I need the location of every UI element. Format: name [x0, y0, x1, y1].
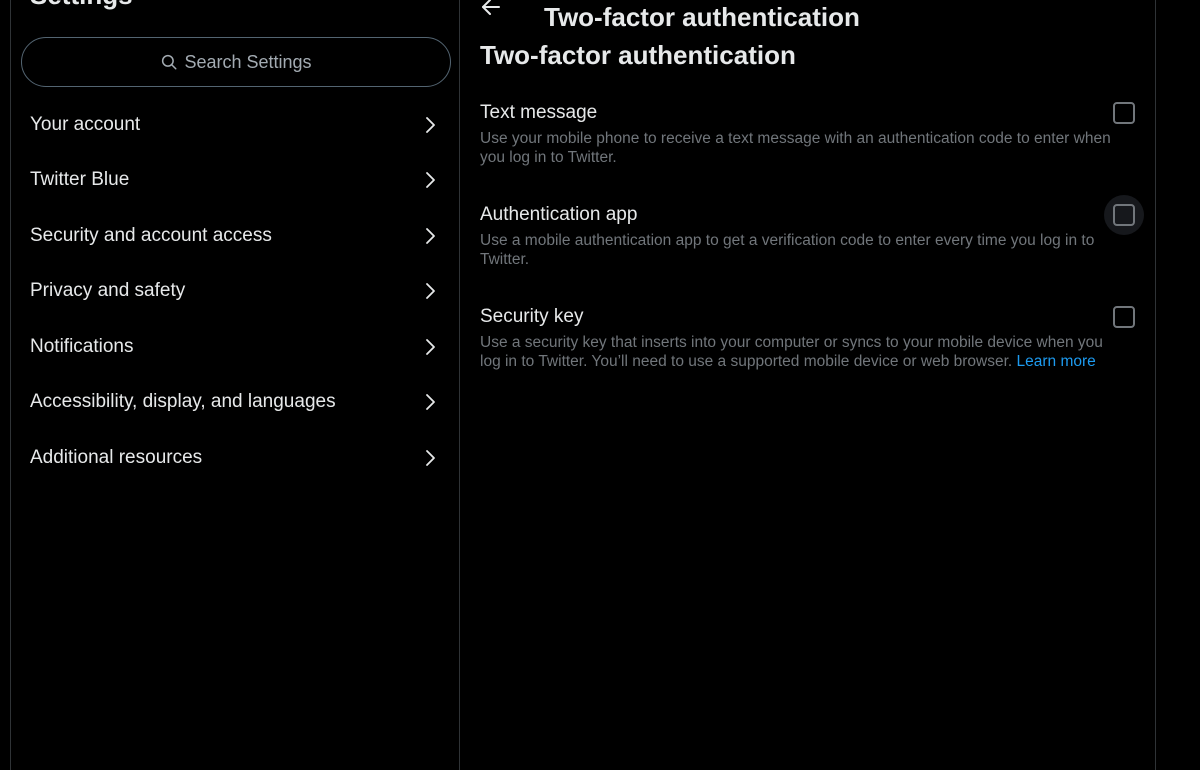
option-description: Use your mobile phone to receive a text …: [480, 130, 1111, 166]
option-description: Use a mobile authentication app to get a…: [480, 232, 1095, 268]
chevron-right-icon: [426, 172, 435, 189]
option-text-message[interactable]: Text message Use your mobile phone to re…: [480, 101, 1140, 167]
search-settings-input[interactable]: Search Settings: [21, 37, 451, 87]
nav-item-notifications[interactable]: Notifications: [11, 319, 459, 375]
settings-sidebar: Settings Search Settings Your account Tw…: [10, 0, 460, 770]
nav-item-label: Notifications: [30, 335, 134, 357]
search-placeholder: Search Settings: [184, 51, 312, 72]
chevron-right-icon: [426, 338, 435, 355]
checkbox-wrapper: [1113, 102, 1135, 124]
chevron-right-icon: [426, 227, 435, 244]
panel-header-title: Two-factor authentication: [544, 2, 860, 32]
authentication-app-checkbox[interactable]: [1113, 204, 1135, 226]
text-message-checkbox[interactable]: [1113, 102, 1135, 124]
settings-nav-list: Your account Twitter Blue Security and a…: [11, 97, 459, 486]
checkbox-wrapper: [1104, 195, 1144, 235]
nav-item-your-account[interactable]: Your account: [11, 97, 459, 153]
option-title: Security key: [480, 306, 584, 327]
nav-item-label: Additional resources: [30, 446, 203, 468]
nav-item-accessibility[interactable]: Accessibility, display, and languages: [11, 375, 459, 431]
nav-item-security[interactable]: Security and account access: [11, 208, 459, 264]
nav-item-label: Privacy and safety: [30, 280, 186, 302]
nav-item-twitter-blue[interactable]: Twitter Blue: [11, 153, 459, 209]
security-key-checkbox[interactable]: [1113, 306, 1135, 328]
option-authentication-app[interactable]: Authentication app Use a mobile authenti…: [480, 195, 1144, 269]
option-security-key[interactable]: Security key Use a security key that ins…: [480, 305, 1140, 371]
chevron-right-icon: [426, 449, 435, 466]
nav-item-label: Security and account access: [30, 224, 272, 246]
nav-item-privacy[interactable]: Privacy and safety: [11, 264, 459, 320]
option-title: Text message: [480, 102, 598, 123]
chevron-right-icon: [426, 394, 435, 411]
panel-header: Two-factor authentication: [460, 0, 1155, 32]
settings-page: Settings Search Settings Your account Tw…: [0, 0, 1200, 770]
nav-item-label: Twitter Blue: [30, 169, 130, 191]
arrow-left-icon[interactable]: [480, 0, 502, 18]
learn-more-link[interactable]: Learn more: [1017, 353, 1096, 370]
nav-item-additional-resources[interactable]: Additional resources: [11, 430, 459, 486]
option-title: Authentication app: [480, 204, 638, 225]
search-icon: [162, 54, 177, 70]
checkbox-wrapper: [1113, 306, 1135, 328]
option-description: Use a security key that inserts into you…: [480, 333, 1120, 371]
chevron-right-icon: [426, 116, 435, 133]
nav-item-label: Your account: [30, 113, 141, 135]
two-factor-panel: Two-factor authentication Two-factor aut…: [460, 0, 1156, 770]
chevron-right-icon: [426, 283, 435, 300]
settings-title: Settings: [30, 0, 133, 11]
nav-item-label: Accessibility, display, and languages: [30, 391, 336, 413]
option-description-text: Use a security key that inserts into you…: [480, 334, 1103, 370]
section-title: Two-factor authentication: [480, 40, 796, 70]
